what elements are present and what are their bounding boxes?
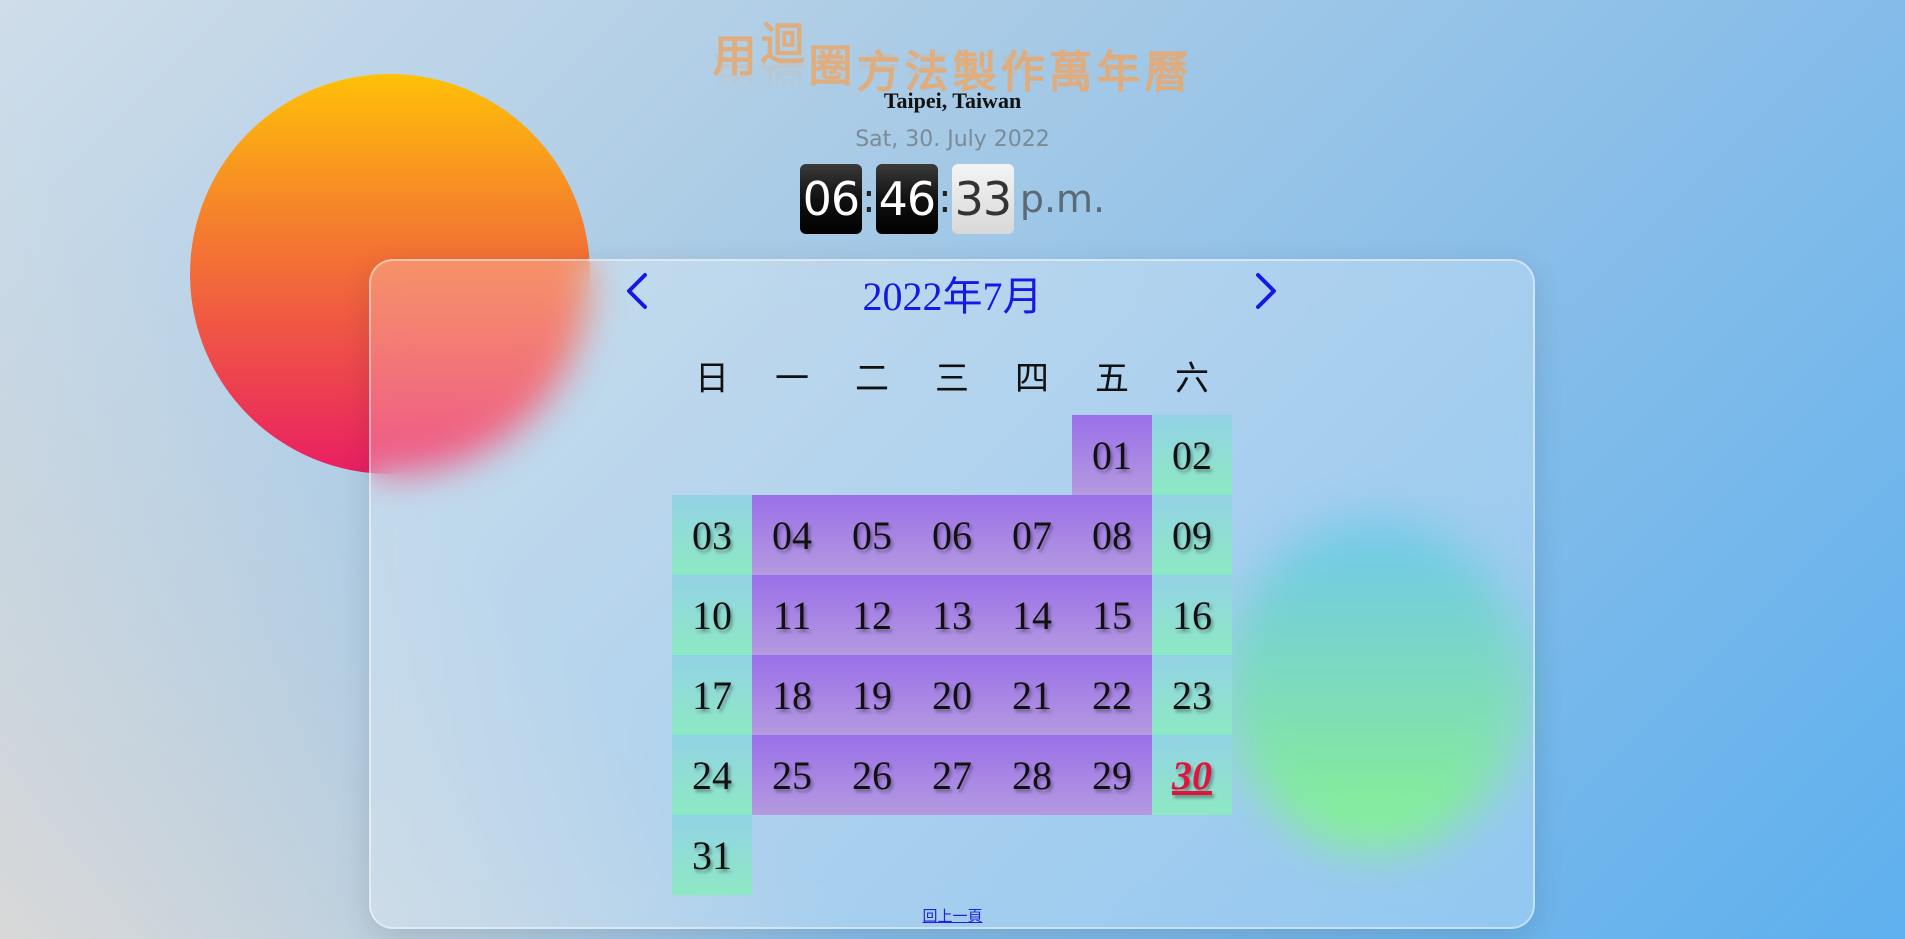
day-cell[interactable]: 05 — [832, 495, 912, 575]
back-link[interactable]: 回上一頁 — [0, 905, 1905, 926]
clock-seconds: 33 — [951, 164, 1014, 234]
calendar-grid: 日一二三四五六 01 02 03 04 05 06 07 08 09 10 11 12 13 14 15 16… — [672, 335, 1232, 895]
day-cell[interactable]: 12 — [832, 575, 912, 655]
clock-separator: : — [938, 176, 952, 222]
day-cell[interactable]: 06 — [912, 495, 992, 575]
day-cell[interactable]: 13 — [912, 575, 992, 655]
empty-day-cell — [832, 815, 912, 895]
empty-day-cell — [912, 415, 992, 495]
day-cell[interactable]: 10 — [672, 575, 752, 655]
day-cell[interactable]: 16 — [1152, 575, 1232, 655]
calendar-month-title: 2022年7月 — [862, 274, 1043, 319]
day-cell[interactable]: 24 — [672, 735, 752, 815]
day-cell[interactable]: 02 — [1152, 415, 1232, 495]
day-cell[interactable]: 31 — [672, 815, 752, 895]
today-cell[interactable]: 30 — [1152, 735, 1232, 815]
next-month-button[interactable] — [1246, 268, 1286, 314]
week-row: 17 18 19 20 21 22 23 — [672, 655, 1232, 735]
empty-day-cell — [1072, 815, 1152, 895]
day-cell[interactable]: 21 — [992, 655, 1072, 735]
week-row: 10 11 12 13 14 15 16 — [672, 575, 1232, 655]
day-cell[interactable]: 25 — [752, 735, 832, 815]
title-char: 迴 — [760, 19, 809, 70]
day-cell[interactable]: 03 — [672, 495, 752, 575]
day-cell[interactable]: 14 — [992, 575, 1072, 655]
day-cell[interactable]: 18 — [752, 655, 832, 735]
day-cell[interactable]: 26 — [832, 735, 912, 815]
title-char: 用 — [712, 31, 761, 82]
week-row: 31 — [672, 815, 1232, 895]
weekday-header: 日一二三四五六 — [672, 335, 1232, 415]
calendar-weeks: 01 02 03 04 05 06 07 08 09 10 11 12 13 14 15 16 17 18 19 20… — [672, 415, 1232, 895]
location-label: Taipei, Taiwan — [883, 88, 1022, 113]
page-title: 用迴圈方法製作萬年曆 — [0, 8, 1905, 98]
day-cell[interactable]: 28 — [992, 735, 1072, 815]
day-cell[interactable]: 11 — [752, 575, 832, 655]
week-row: 01 02 — [672, 415, 1232, 495]
weekday-label: 六 — [1175, 358, 1209, 399]
clock-hours: 06 — [799, 164, 862, 234]
day-cell[interactable]: 17 — [672, 655, 752, 735]
flip-clock: 06 : 46 : 33 p.m. — [0, 164, 1905, 234]
empty-day-cell — [992, 415, 1072, 495]
day-cell[interactable]: 07 — [992, 495, 1072, 575]
week-row: 24 25 26 27 28 29 30 — [672, 735, 1232, 815]
day-cell[interactable]: 19 — [832, 655, 912, 735]
weekday-label: 日 — [695, 358, 729, 399]
weekday-label: 二 — [855, 358, 889, 399]
weekday-label: 三 — [935, 358, 969, 399]
date-label: Sat, 30. July 2022 — [855, 127, 1050, 152]
empty-day-cell — [912, 815, 992, 895]
day-cell[interactable]: 20 — [912, 655, 992, 735]
day-cell[interactable]: 15 — [1072, 575, 1152, 655]
empty-day-cell — [992, 815, 1072, 895]
day-cell[interactable]: 22 — [1072, 655, 1152, 735]
chevron-right-icon — [1256, 273, 1276, 309]
day-cell[interactable]: 01 — [1072, 415, 1152, 495]
day-cell[interactable]: 04 — [752, 495, 832, 575]
weekday-label: 一 — [775, 358, 809, 399]
weekday-label: 四 — [1015, 358, 1049, 399]
empty-day-cell — [1152, 815, 1232, 895]
weekday-label: 五 — [1095, 358, 1129, 399]
clock-ampm: p.m. — [1019, 177, 1106, 221]
title-char: 圈 — [808, 41, 857, 92]
day-cell[interactable]: 09 — [1152, 495, 1232, 575]
day-cell[interactable]: 27 — [912, 735, 992, 815]
week-row: 03 04 05 06 07 08 09 — [672, 495, 1232, 575]
empty-day-cell — [672, 415, 752, 495]
day-cell[interactable]: 08 — [1072, 495, 1152, 575]
day-cell[interactable]: 29 — [1072, 735, 1152, 815]
empty-day-cell — [752, 815, 832, 895]
empty-day-cell — [752, 415, 832, 495]
clock-minutes: 46 — [875, 164, 938, 234]
day-cell[interactable]: 23 — [1152, 655, 1232, 735]
clock-separator: : — [862, 176, 876, 222]
empty-day-cell — [832, 415, 912, 495]
